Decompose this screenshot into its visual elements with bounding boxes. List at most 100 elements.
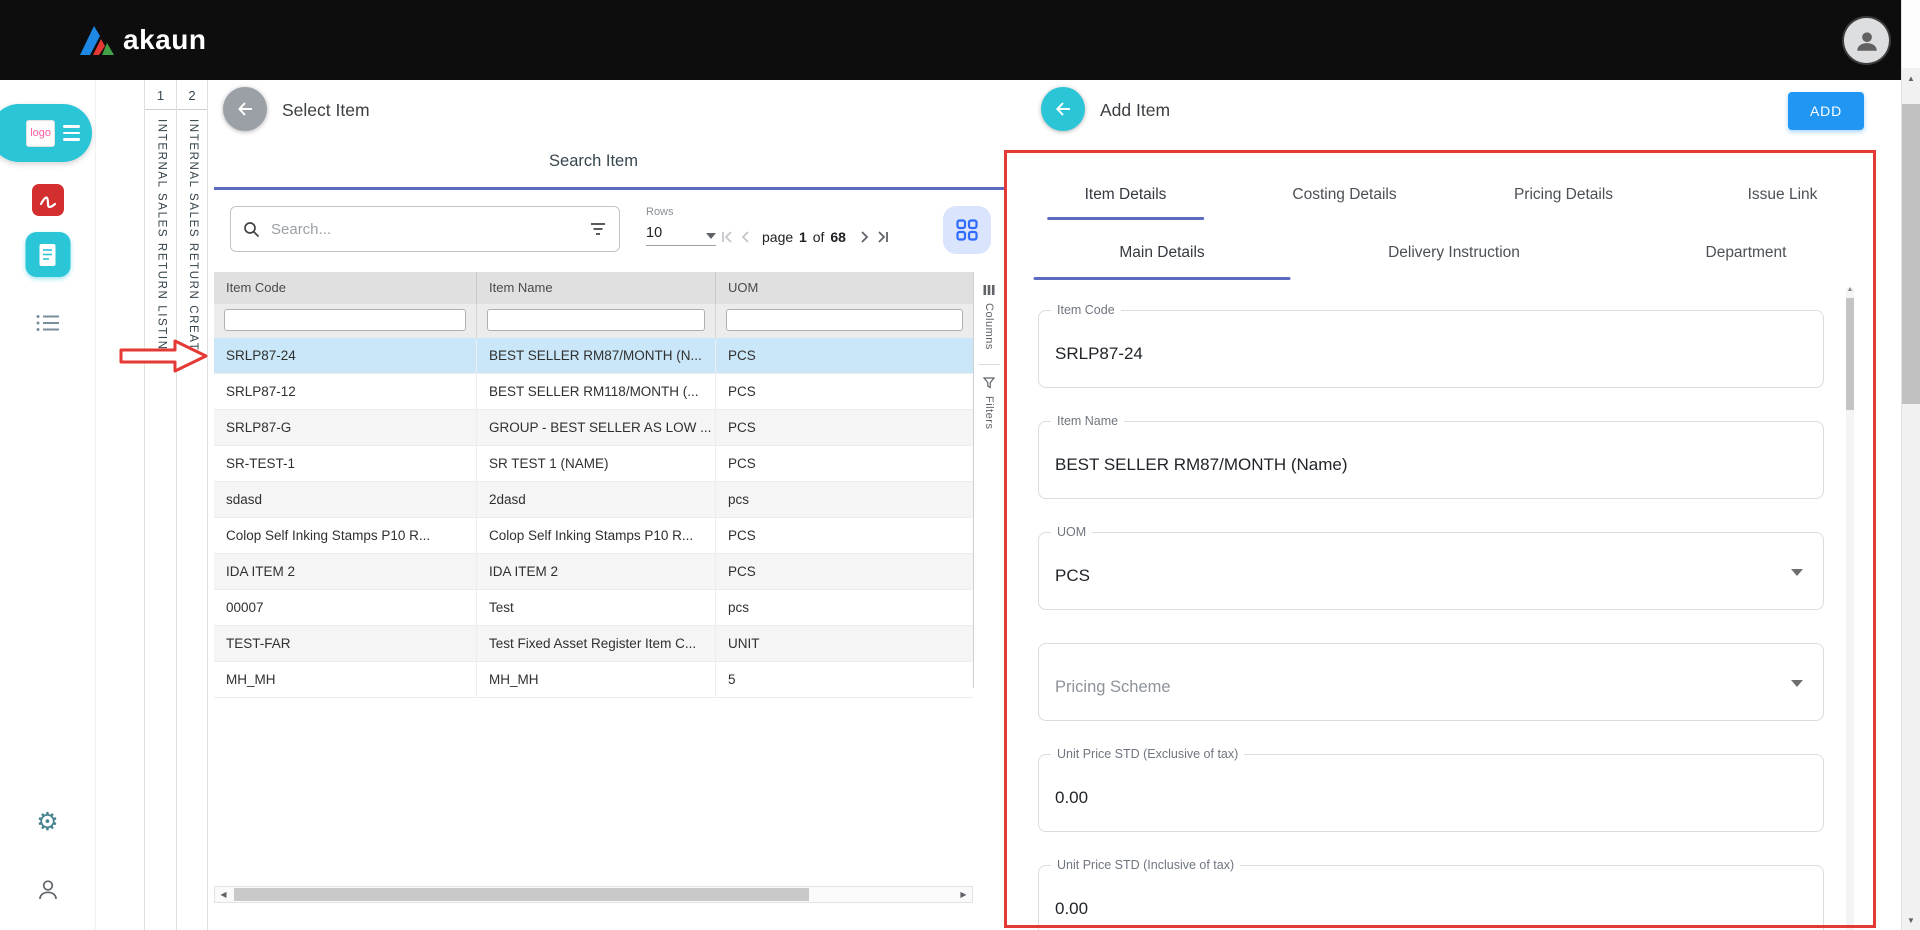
- list-menu-icon[interactable]: [33, 312, 63, 334]
- cell-uom: pcs: [716, 482, 973, 517]
- field-value: BEST SELLER RM87/MONTH (Name): [1055, 455, 1348, 475]
- unit-price-exclusive-field[interactable]: Unit Price STD (Exclusive of tax) 0.00: [1038, 754, 1824, 832]
- tab-costing-details[interactable]: Costing Details: [1235, 170, 1454, 220]
- table-row[interactable]: TEST-FAR Test Fixed Asset Register Item …: [214, 626, 973, 662]
- columns-icon: [983, 284, 995, 296]
- subtab-department[interactable]: Department: [1600, 225, 1892, 280]
- tab-label: INTERNAL SALES RETURN CREATE: [186, 119, 198, 361]
- scroll-up-arrow[interactable]: ▲: [1902, 74, 1920, 83]
- panel-scrollbar[interactable]: ▲: [1846, 288, 1854, 930]
- pricing-scheme-select-field[interactable]: Pricing Scheme: [1038, 643, 1824, 721]
- cell-item-name: BEST SELLER RM118/MONTH (...: [477, 374, 716, 409]
- filters-tool[interactable]: Filters: [974, 365, 1004, 429]
- scrollbar-thumb[interactable]: [1846, 298, 1854, 410]
- rows-value: 10: [646, 225, 662, 241]
- cell-uom: PCS: [716, 554, 973, 589]
- field-placeholder: Pricing Scheme: [1055, 678, 1171, 697]
- add-button[interactable]: ADD: [1788, 92, 1864, 130]
- tab-number: 1: [145, 80, 176, 110]
- column-header-item-name[interactable]: Item Name: [477, 272, 716, 304]
- select-item-panel: Select Item Search Item Rows 10 page 1 o…: [214, 80, 1004, 930]
- cell-item-name: BEST SELLER RM87/MONTH (N...: [477, 338, 716, 373]
- cell-item-code: SRLP87-24: [214, 338, 477, 373]
- scroll-left-arrow[interactable]: ◀: [215, 887, 232, 902]
- column-header-uom[interactable]: UOM: [716, 272, 973, 304]
- rows-per-page-select[interactable]: Rows 10: [646, 206, 716, 246]
- rows-label: Rows: [646, 206, 716, 218]
- profile-icon[interactable]: [36, 878, 60, 902]
- item-code-filter-input[interactable]: [224, 309, 466, 331]
- cell-uom: 5: [716, 662, 973, 697]
- workspace-tab-create[interactable]: 2 INTERNAL SALES RETURN CREATE: [176, 80, 208, 930]
- back-button[interactable]: [1041, 87, 1085, 131]
- person-outline-icon: [36, 878, 60, 902]
- table-row[interactable]: SR-TEST-1 SR TEST 1 (NAME) PCS: [214, 446, 973, 482]
- item-code-field[interactable]: Item Code SRLP87-24: [1038, 310, 1824, 388]
- cell-item-code: TEST-FAR: [214, 626, 477, 661]
- tab-issue-link[interactable]: Issue Link: [1673, 170, 1892, 220]
- cell-item-name: SR TEST 1 (NAME): [477, 446, 716, 481]
- scroll-up-arrow[interactable]: ▲: [1846, 286, 1854, 293]
- table-row[interactable]: sdasd 2dasd pcs: [214, 482, 973, 518]
- sales-app-icon[interactable]: [25, 232, 70, 277]
- field-label: UOM: [1051, 524, 1092, 540]
- scrollbar-thumb[interactable]: [234, 888, 809, 901]
- detail-tabs: Item Details Costing Details Pricing Det…: [1016, 170, 1892, 220]
- subtab-delivery-instruction[interactable]: Delivery Instruction: [1308, 225, 1600, 280]
- search-input[interactable]: [269, 220, 589, 239]
- settings-gear-icon[interactable]: ⚙: [0, 810, 95, 835]
- table-row[interactable]: IDA ITEM 2 IDA ITEM 2 PCS: [214, 554, 973, 590]
- cell-uom: PCS: [716, 374, 973, 409]
- table-row[interactable]: 00007 Test pcs: [214, 590, 973, 626]
- table-row[interactable]: MH_MH MH_MH 5: [214, 662, 973, 698]
- broken-logo-image: logo: [26, 120, 55, 147]
- workspace-logo-pill[interactable]: logo: [0, 104, 92, 162]
- search-item-tab[interactable]: Search Item: [214, 152, 973, 171]
- chevron-down-icon: [1791, 680, 1803, 687]
- unit-price-inclusive-field[interactable]: Unit Price STD (Inclusive of tax) 0.00: [1038, 865, 1824, 930]
- pdf-glyph-icon: [36, 188, 60, 212]
- user-avatar[interactable]: [1844, 18, 1889, 63]
- tab-pricing-details[interactable]: Pricing Details: [1454, 170, 1673, 220]
- table-row[interactable]: SRLP87-12 BEST SELLER RM118/MONTH (... P…: [214, 374, 973, 410]
- table-row[interactable]: Colop Self Inking Stamps P10 R... Colop …: [214, 518, 973, 554]
- uom-select-field[interactable]: UOM PCS: [1038, 532, 1824, 610]
- last-page-button[interactable]: [876, 230, 890, 244]
- tab-indicator: [214, 187, 1004, 190]
- pdf-app-icon[interactable]: [32, 184, 64, 216]
- table-row-selected[interactable]: SRLP87-24 BEST SELLER RM87/MONTH (N... P…: [214, 338, 973, 374]
- item-name-field[interactable]: Item Name BEST SELLER RM87/MONTH (Name): [1038, 421, 1824, 499]
- prev-page-button[interactable]: [739, 230, 753, 244]
- next-page-button[interactable]: [857, 230, 871, 244]
- scroll-right-arrow[interactable]: ▶: [955, 887, 972, 902]
- cell-item-code: IDA ITEM 2: [214, 554, 477, 589]
- column-header-item-code[interactable]: Item Code: [214, 272, 477, 304]
- table-row[interactable]: SRLP87-G GROUP - BEST SELLER AS LOW ... …: [214, 410, 973, 446]
- field-value: SRLP87-24: [1055, 344, 1143, 364]
- cell-item-code: SRLP87-G: [214, 410, 477, 445]
- scroll-down-arrow[interactable]: ▼: [1902, 916, 1920, 925]
- cell-uom: PCS: [716, 518, 973, 553]
- funnel-icon: [983, 377, 995, 389]
- menu-icon[interactable]: [63, 125, 80, 141]
- cell-item-name: Test: [477, 590, 716, 625]
- window-scrollbar[interactable]: ▲ ▼: [1901, 0, 1920, 930]
- columns-tool[interactable]: Columns: [974, 272, 1004, 350]
- workspace-tab-listing[interactable]: 1 INTERNAL SALES RETURN LISTING: [144, 80, 176, 930]
- akaun-logo-icon: [80, 25, 114, 55]
- tab-item-details[interactable]: Item Details: [1016, 170, 1235, 220]
- apps-grid-button[interactable]: [943, 206, 991, 254]
- active-tab-indicator: [1047, 217, 1205, 220]
- filter-list-icon[interactable]: [589, 221, 607, 237]
- item-name-filter-input[interactable]: [487, 309, 705, 331]
- field-label: Unit Price STD (Inclusive of tax): [1051, 857, 1240, 873]
- cell-item-code: 00007: [214, 590, 477, 625]
- scrollbar-thumb[interactable]: [1902, 104, 1920, 404]
- search-box: [230, 206, 620, 252]
- uom-filter-input[interactable]: [726, 309, 963, 331]
- horizontal-scrollbar[interactable]: ◀ ▶: [214, 886, 973, 903]
- back-button[interactable]: [223, 87, 267, 131]
- brand: akaun: [80, 24, 206, 56]
- subtab-main-details[interactable]: Main Details: [1016, 225, 1308, 280]
- first-page-button[interactable]: [720, 230, 734, 244]
